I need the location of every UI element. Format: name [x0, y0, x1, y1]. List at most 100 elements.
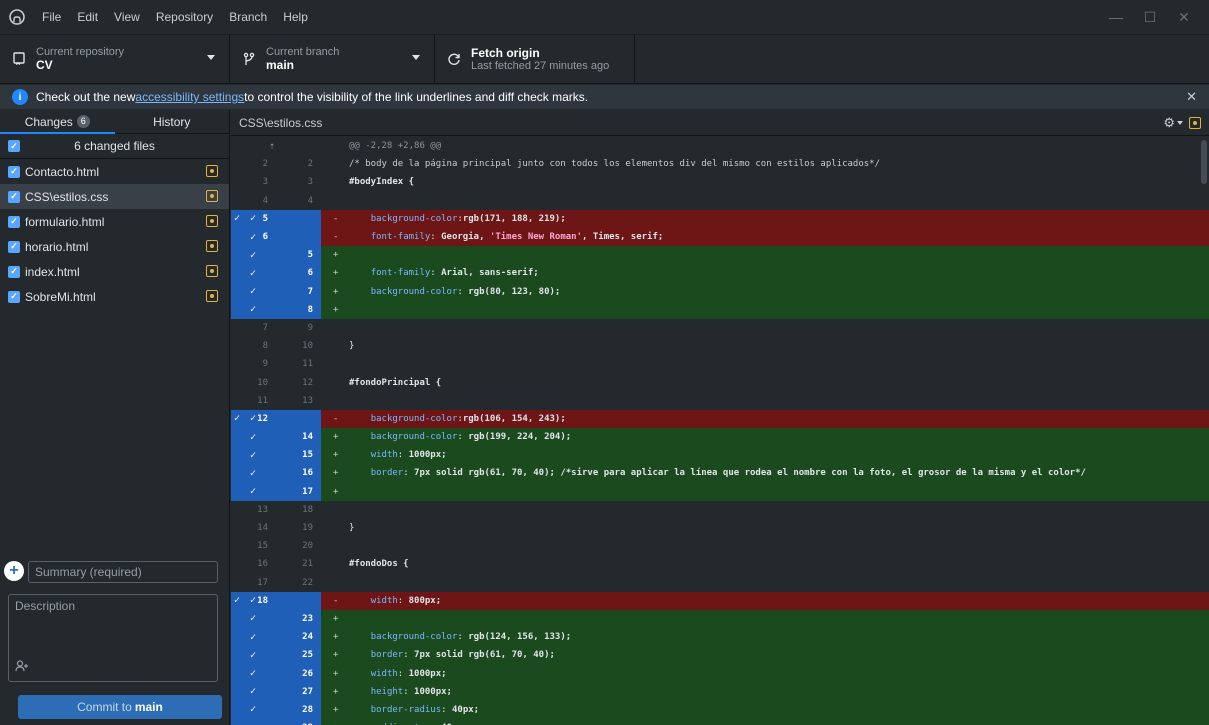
old-line-number: 8	[262, 341, 268, 352]
summary-input[interactable]: Summary (required)	[28, 561, 218, 583]
file-checkbox[interactable]: ✓	[8, 215, 20, 228]
file-checkbox[interactable]: ✓	[8, 240, 20, 253]
line-gutter[interactable]: ✓ ✓ 5	[231, 209, 321, 228]
old-line-number: 2	[262, 159, 268, 170]
diff-line[interactable]: ✓ ✓ 18- width: 800px;	[231, 591, 1209, 610]
old-line-number: 16	[257, 559, 268, 570]
diff-line[interactable]: ✓ 6 + font-family: Arial, sans-serif;	[231, 264, 1209, 283]
menu-view[interactable]: View	[106, 0, 148, 34]
file-item[interactable]: ✓ Contacto.html	[0, 159, 229, 184]
diff-sign: +	[333, 650, 339, 661]
file-item[interactable]: ✓ SobreMi.html	[0, 284, 229, 309]
chevron-down-icon[interactable]	[1177, 121, 1183, 125]
diff-sign: -	[333, 413, 339, 424]
new-line-number: 17	[302, 486, 313, 497]
line-gutter[interactable]: ✓ 14	[231, 428, 321, 447]
commit-button[interactable]: Commit to main	[18, 695, 222, 719]
new-line-number: 4	[307, 195, 313, 206]
diff-line[interactable]: ✓ 6- font-family: Georgia, 'Times New Rom…	[231, 227, 1209, 247]
line-gutter[interactable]: ✓ 17	[231, 482, 321, 501]
check-icon: ✓	[250, 304, 257, 316]
diff-line[interactable]: ✓ 7 + background-color: rgb(80, 123, 80);	[231, 282, 1209, 301]
diff-line[interactable]: ✓ 26 + width: 1000px;	[231, 664, 1209, 683]
file-checkbox[interactable]: ✓	[8, 165, 20, 178]
file-item[interactable]: ✓ CSS\estilos.css	[0, 184, 229, 209]
tab-history[interactable]: History	[115, 110, 230, 133]
github-logo-icon	[0, 0, 34, 34]
diff-line[interactable]: ✓ 24 + background-color: rgb(124, 156, 133…	[231, 628, 1209, 647]
maximize-button[interactable]: ☐	[1133, 0, 1167, 34]
line-gutter[interactable]: ✓ ✓ 12	[231, 409, 321, 428]
diff-line[interactable]: ✓ 25 + border: 7px solid rgb(61, 70, 40);	[231, 646, 1209, 665]
diff-line[interactable]: ✓ 17 +	[231, 482, 1209, 501]
hunk-check-icon[interactable]: ✓	[234, 213, 240, 224]
diff-line[interactable]: ✓ 27 + height: 1000px;	[231, 682, 1209, 701]
diff-line[interactable]: ✓ 28 + border-radius: 40px;	[231, 700, 1209, 719]
line-gutter[interactable]: ✓ 7	[231, 282, 321, 301]
diff-line[interactable]: ✓ ✓ 12- background-color:rgb(106, 154, 243…	[231, 409, 1209, 428]
accessibility-settings-link[interactable]: accessibility settings	[135, 90, 244, 104]
menu-branch[interactable]: Branch	[221, 0, 275, 34]
line-gutter[interactable]: ✓ ✓ 18	[231, 591, 321, 610]
diff-line[interactable]: ✓ 14 + background-color: rgb(199, 224, 204…	[231, 428, 1209, 447]
line-gutter[interactable]: ✓ 8	[231, 300, 321, 319]
line-gutter[interactable]: ✓ 26	[231, 664, 321, 683]
line-gutter[interactable]: ✓ 5	[231, 246, 321, 265]
line-gutter[interactable]: ✓ 15	[231, 446, 321, 465]
menu-edit[interactable]: Edit	[69, 0, 106, 34]
code-text: #fondoDos {	[321, 555, 1209, 573]
modified-icon	[206, 165, 218, 177]
old-line-number: 9	[262, 359, 268, 370]
line-gutter[interactable]: ✓ 24	[231, 628, 321, 647]
diff-line[interactable]: ✓29+ padding-top: 40px;	[231, 719, 1209, 725]
description-textarea[interactable]: Description	[8, 594, 218, 682]
fetch-origin-button[interactable]: Fetch origin Last fetched 27 minutes ago	[435, 35, 635, 83]
line-gutter[interactable]: ✓ 23	[231, 609, 321, 629]
old-line-number: 17	[257, 577, 268, 588]
menu-file[interactable]: File	[34, 0, 69, 34]
diff-line[interactable]: ✓ 16 + border: 7px solid rgb(61, 70, 40); …	[231, 464, 1209, 483]
line-gutter[interactable]: ✓ 28	[231, 700, 321, 719]
gear-icon[interactable]: ⚙	[1163, 115, 1175, 131]
current-branch-dropdown[interactable]: Current branch main	[230, 35, 435, 83]
add-coauthor-icon[interactable]	[15, 660, 29, 675]
diff-line[interactable]: ✓ 15 + width: 1000px;	[231, 446, 1209, 465]
code-text: - width: 800px;	[321, 591, 1209, 610]
check-icon: ✓	[250, 267, 257, 279]
tab-changes[interactable]: Changes 6	[0, 110, 115, 134]
line-gutter[interactable]: ✓ 16	[231, 464, 321, 483]
close-window-button[interactable]: ✕	[1167, 0, 1201, 34]
code-text: + padding-top: 40px;	[321, 719, 1209, 725]
hunk-check-icon[interactable]: ✓	[234, 413, 240, 424]
code-content: border-radius: 40px;	[370, 704, 480, 715]
file-item[interactable]: ✓ horario.html	[0, 234, 229, 259]
current-repository-dropdown[interactable]: Current repository CV	[0, 35, 230, 83]
diff-file-path: CSS\estilos.css	[239, 115, 323, 130]
line-gutter[interactable]: ✓ 25	[231, 646, 321, 665]
file-item[interactable]: ✓ index.html	[0, 259, 229, 284]
file-checkbox[interactable]: ✓	[8, 265, 20, 278]
line-gutter[interactable]: ✓ 6	[231, 227, 321, 247]
line-gutter: 33	[231, 173, 321, 191]
diff-line[interactable]: ✓ 8 +	[231, 300, 1209, 319]
diff-line[interactable]: ✓ ✓ 5- background-color:rgb(171, 188, 219)…	[231, 209, 1209, 228]
expand-icon[interactable]: ⇡	[269, 141, 275, 152]
accessibility-icon: i	[12, 89, 28, 105]
hunk-check-icon[interactable]: ✓	[234, 595, 240, 606]
menu-help[interactable]: Help	[275, 0, 316, 34]
branch-icon	[236, 52, 262, 66]
line-gutter[interactable]: ✓29	[231, 719, 321, 725]
diff-sign: +	[333, 304, 339, 315]
file-checkbox[interactable]: ✓	[8, 190, 20, 203]
diff-line[interactable]: ✓ 5 +	[231, 246, 1209, 265]
menu-repository[interactable]: Repository	[148, 0, 221, 34]
close-icon[interactable]: ✕	[1186, 89, 1197, 105]
scrollbar[interactable]	[1201, 140, 1207, 184]
diff-line[interactable]: ✓ 23 +	[231, 609, 1209, 629]
file-item[interactable]: ✓ formulario.html	[0, 209, 229, 234]
repo-name: CV	[36, 58, 53, 72]
file-checkbox[interactable]: ✓	[8, 290, 20, 303]
line-gutter[interactable]: ✓ 6	[231, 264, 321, 283]
minimize-button[interactable]: —	[1099, 0, 1133, 34]
line-gutter[interactable]: ✓ 27	[231, 682, 321, 701]
